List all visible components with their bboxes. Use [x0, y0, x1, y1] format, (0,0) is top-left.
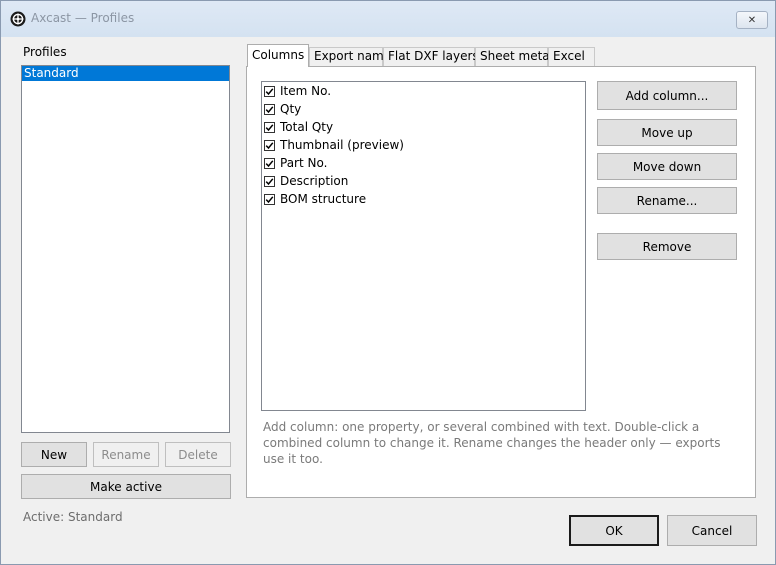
column-item-label: Description: [280, 174, 349, 188]
column-item-description[interactable]: Description: [264, 172, 348, 190]
column-item-label: Qty: [280, 102, 302, 116]
close-button[interactable]: ✕: [736, 11, 768, 29]
tab-sheet-metal[interactable]: Sheet metal: [475, 47, 553, 66]
rename-column-button[interactable]: Rename...: [597, 187, 737, 214]
column-item-qty[interactable]: Qty: [264, 100, 301, 118]
tab-flat-dxf-layers[interactable]: Flat DXF layers: [383, 47, 479, 66]
ok-button[interactable]: OK: [569, 515, 659, 546]
checkbox-checked-icon[interactable]: [264, 85, 275, 97]
remove-column-button[interactable]: Remove: [597, 233, 737, 260]
column-item-thumbnail[interactable]: Thumbnail (preview): [264, 136, 404, 154]
checkbox-checked-icon[interactable]: [264, 157, 275, 169]
columns-checklist[interactable]: Item No. Qty Total Qty Thumbnail (previe…: [261, 81, 586, 411]
column-item-label: Item No.: [280, 84, 332, 98]
checkbox-checked-icon[interactable]: [264, 175, 275, 187]
add-column-button[interactable]: Add column...: [597, 81, 737, 110]
move-down-button[interactable]: Move down: [597, 153, 737, 180]
window-title: Axcast — Profiles: [31, 11, 135, 25]
tab-excel[interactable]: Excel: [548, 47, 595, 66]
move-up-button[interactable]: Move up: [597, 119, 737, 146]
dialog-body: Profiles Standard New Rename Delete Make…: [1, 37, 775, 564]
profiles-dialog: Axcast — Profiles ✕ Profiles Standard Ne…: [0, 0, 776, 565]
profiles-list[interactable]: Standard: [21, 65, 230, 433]
new-profile-button[interactable]: New: [21, 442, 87, 467]
column-item-label: BOM structure: [280, 192, 367, 206]
delete-profile-button[interactable]: Delete: [165, 442, 231, 467]
columns-hint-text: Add column: one property, or several com…: [263, 420, 721, 466]
make-active-button[interactable]: Make active: [21, 474, 231, 499]
checkbox-checked-icon[interactable]: [264, 193, 275, 205]
app-logo-icon: [10, 11, 26, 27]
checkbox-checked-icon[interactable]: [264, 103, 275, 115]
cancel-button[interactable]: Cancel: [667, 515, 757, 546]
tab-columns[interactable]: Columns: [247, 44, 309, 67]
columns-panel: Item No. Qty Total Qty Thumbnail (previe…: [246, 66, 756, 498]
profiles-heading: Profiles: [23, 45, 67, 59]
title-bar[interactable]: Axcast — Profiles ✕: [1, 1, 775, 37]
checkbox-checked-icon[interactable]: [264, 139, 275, 151]
column-item-label: Total Qty: [280, 120, 334, 134]
profile-item-standard[interactable]: Standard: [22, 66, 229, 81]
column-item-item-no[interactable]: Item No.: [264, 82, 331, 100]
checkbox-checked-icon[interactable]: [264, 121, 275, 133]
column-item-bom-structure[interactable]: BOM structure: [264, 190, 366, 208]
column-item-total-qty[interactable]: Total Qty: [264, 118, 333, 136]
column-item-label: Thumbnail (preview): [280, 138, 404, 152]
close-icon: ✕: [747, 14, 757, 26]
column-item-part-no[interactable]: Part No.: [264, 154, 327, 172]
active-profile-status: Active: Standard: [23, 510, 123, 524]
rename-profile-button[interactable]: Rename: [93, 442, 159, 467]
column-item-label: Part No.: [280, 156, 328, 170]
tab-export-name[interactable]: Export name: [309, 47, 391, 66]
